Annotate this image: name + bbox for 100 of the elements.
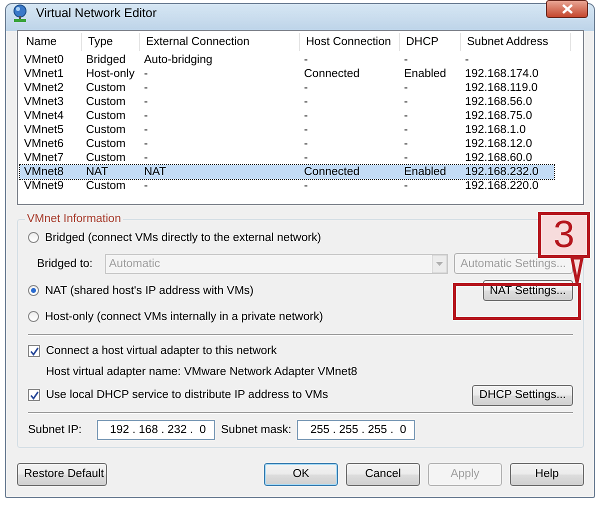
radio-button[interactable] <box>28 285 39 296</box>
network-row[interactable]: VMnet6 Custom - - - 192.168.12.0 <box>20 137 554 151</box>
table-cell-text: - <box>303 179 309 193</box>
table-cell-text: Enabled <box>403 165 448 179</box>
table-cell-text: - <box>143 137 149 151</box>
table-cell-text: 192.168.119.0 <box>464 81 539 95</box>
dialog-button[interactable]: Help <box>510 462 584 486</box>
table-cell-text: - <box>303 109 309 123</box>
network-globe-icon <box>12 4 28 22</box>
table-cell-text: Custom <box>85 137 127 151</box>
network-row[interactable]: VMnet3 Custom - - - 192.168.56.0 <box>20 95 554 109</box>
table-cell-text: - <box>403 123 409 137</box>
table-cell-text: Custom <box>85 123 127 137</box>
table-cell-text: VMnet2 <box>23 81 65 95</box>
table-cell-text: - <box>464 53 470 67</box>
table-cell-text: VMnet3 <box>23 95 65 109</box>
table-cell-text: VMnet1 <box>23 67 65 81</box>
dialog-button[interactable]: OK <box>264 462 338 486</box>
table-cell-text: VMnet6 <box>23 137 65 151</box>
table-cell-text: Custom <box>85 151 127 165</box>
table-cell-text: - <box>143 151 149 165</box>
table-cell-text: - <box>303 53 309 67</box>
table-cell-text: VMnet9 <box>23 179 65 193</box>
table-cell-text: Connected <box>303 67 361 81</box>
column-header[interactable]: Subnet Address <box>461 33 571 51</box>
table-cell-text: - <box>143 179 149 193</box>
table-cell-text: - <box>303 95 309 109</box>
callout-pointer <box>570 256 584 285</box>
network-row[interactable]: VMnet9 Custom - - - 192.168.220.0 <box>20 179 554 193</box>
checkbox[interactable] <box>28 345 40 357</box>
checkbox[interactable] <box>28 389 40 401</box>
table-cell-text: Custom <box>85 95 127 109</box>
table-cell-text: - <box>143 123 149 137</box>
table-cell-text: 192.168.174.0 <box>464 67 540 81</box>
table-cell-text: Connected <box>303 165 361 179</box>
window-title: Virtual Network Editor <box>36 6 158 20</box>
network-row[interactable]: VMnet8 NAT NAT Connected Enabled 192.168.232.0 <box>20 165 554 179</box>
table-cell-text: - <box>403 179 409 193</box>
table-cell-text: - <box>303 137 309 151</box>
table-cell-text: Bridged <box>85 53 127 67</box>
table-cell-text: - <box>303 151 309 165</box>
table-cell-text: VMnet0 <box>23 53 65 67</box>
column-header[interactable]: Name <box>20 33 82 51</box>
adapter-name-text: Host virtual adapter name: VMware Network Adapter VMnet8 <box>46 366 358 378</box>
table-cell-text: 192.168.12.0 <box>464 137 534 151</box>
network-row[interactable]: VMnet0 Bridged Auto-bridging - - - <box>20 53 554 67</box>
dropdown-arrow-icon <box>432 254 447 272</box>
table-cell-text: Enabled <box>403 67 448 81</box>
radio-label: NAT (shared host's IP address with VMs) <box>45 284 254 296</box>
table-cell-text: - <box>403 81 409 95</box>
table-cell-text: - <box>143 95 149 109</box>
table-cell-text: - <box>403 137 409 151</box>
table-cell-text: 192.168.60.0 <box>464 151 534 165</box>
close-button[interactable] <box>546 0 588 18</box>
table-cell-text: Custom <box>85 109 127 123</box>
bridged-to-label: Bridged to: <box>37 258 94 270</box>
group-title: VMnet Information <box>26 213 122 225</box>
table-cell-text: - <box>303 81 309 95</box>
step-callout: 3 <box>538 212 590 258</box>
network-row[interactable]: VMnet1 Host-only - Connected Enabled 192.168.174.0 <box>20 67 554 81</box>
table-cell-text: - <box>303 123 309 137</box>
table-cell-text: VMnet5 <box>23 123 65 137</box>
column-header[interactable]: External Connection <box>140 33 300 51</box>
radio-button[interactable] <box>28 232 39 243</box>
table-cell-text: Custom <box>85 81 127 95</box>
network-row[interactable]: VMnet7 Custom - - - 192.168.60.0 <box>20 151 554 165</box>
table-cell-text: VMnet7 <box>23 151 65 165</box>
table-cell-text: - <box>143 109 149 123</box>
close-icon <box>562 4 572 14</box>
column-header[interactable]: DHCP <box>400 33 461 51</box>
subnet-mask-field[interactable]: 255 . 255 . 255 . 0 <box>297 420 416 440</box>
table-cell-text: VMnet4 <box>23 109 65 123</box>
dhcp-settings-button[interactable]: DHCP Settings... <box>472 384 573 406</box>
subnet-ip-field[interactable]: 192 . 168 . 232 . 0 <box>97 420 215 440</box>
table-cell-text: 192.168.220.0 <box>464 179 540 193</box>
table-cell-text: 192.168.75.0 <box>464 109 534 123</box>
table-cell-text: VMnet8 <box>23 165 65 179</box>
dialog-button[interactable]: Restore Default <box>17 462 107 486</box>
network-row[interactable]: VMnet2 Custom - - - 192.168.119.0 <box>20 81 554 95</box>
table-cell-text: 192.168.1.0 <box>464 123 527 137</box>
subnet-mask-label: Subnet mask: <box>221 424 292 436</box>
table-cell-text: - <box>403 109 409 123</box>
table-cell-text: Host-only <box>85 67 136 81</box>
table-cell-text: - <box>403 151 409 165</box>
network-row[interactable]: VMnet5 Custom - - - 192.168.1.0 <box>20 123 554 137</box>
table-cell-text: NAT <box>143 165 168 179</box>
radio-label: Bridged (connect VMs directly to the external network) <box>45 232 322 244</box>
dialog-button[interactable]: Cancel <box>346 462 420 486</box>
table-cell-text: Auto-bridging <box>143 53 214 67</box>
network-row[interactable]: VMnet4 Custom - - - 192.168.75.0 <box>20 109 554 123</box>
table-cell-text: 192.168.232.0 <box>464 165 540 179</box>
column-header[interactable]: Host Connection <box>300 33 400 51</box>
table-cell-text: - <box>143 67 149 81</box>
column-header[interactable]: Type <box>82 33 140 51</box>
checkbox-label: Use local DHCP service to distribute IP address to VMs <box>46 389 328 401</box>
table-cell-text: - <box>403 95 409 109</box>
radio-button[interactable] <box>28 311 39 322</box>
table-cell-text: 192.168.56.0 <box>464 95 534 109</box>
table-cell-text: - <box>403 53 409 67</box>
radio-label: Host-only (connect VMs internally in a private network) <box>45 310 324 322</box>
